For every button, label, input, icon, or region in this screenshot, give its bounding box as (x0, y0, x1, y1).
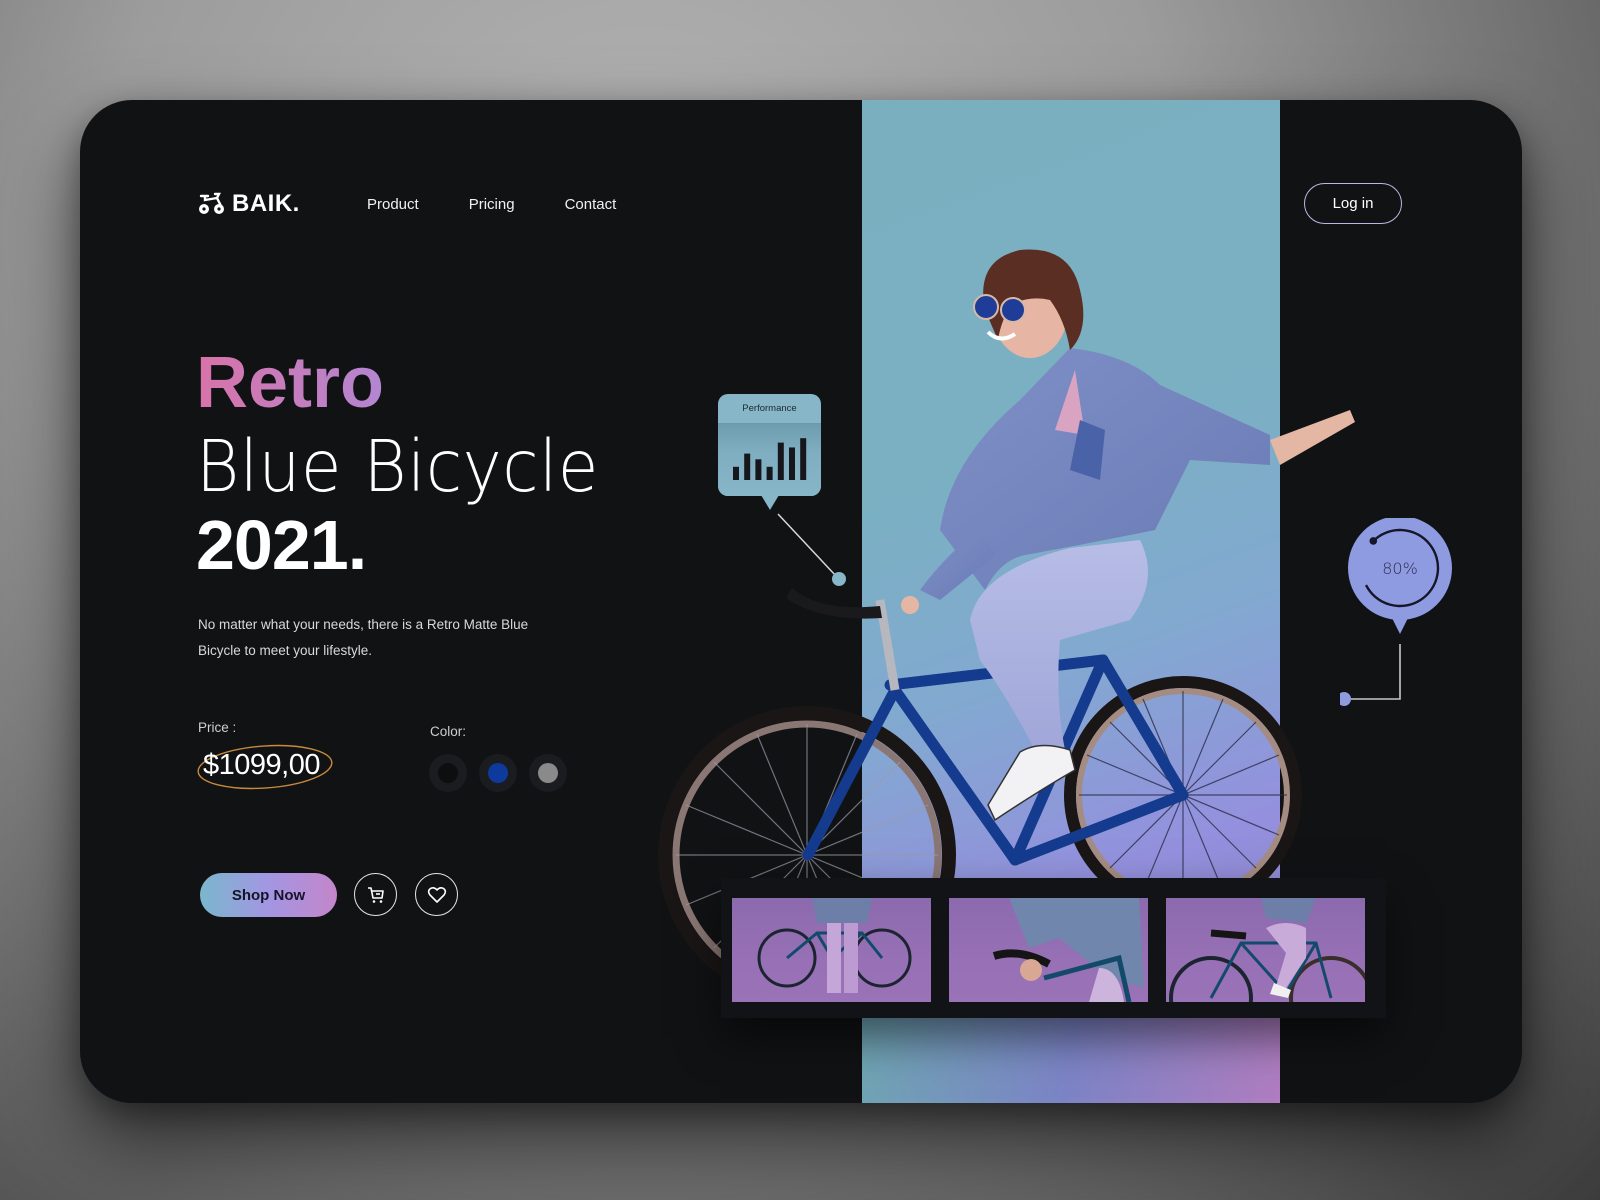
thumbnail-image-riding (1169, 898, 1365, 1002)
performance-bar (733, 466, 739, 480)
performance-connector (777, 513, 846, 586)
progress-anchor-dot (1340, 692, 1351, 706)
performance-bar (755, 459, 762, 480)
performance-bar (800, 438, 807, 480)
cart-icon (367, 886, 384, 903)
performance-bar (789, 447, 795, 480)
thumbnail-image-standing (757, 898, 912, 993)
nav-item-contact[interactable]: Contact (565, 196, 617, 213)
swatch-fill (438, 763, 458, 783)
price-label: Price : (198, 720, 237, 735)
performance-pointer (761, 495, 779, 510)
hero-title-year: 2021. (196, 506, 367, 584)
shop-now-button[interactable]: Shop Now (200, 873, 337, 917)
wishlist-button[interactable] (415, 873, 458, 916)
hero-title-product: Blue Bicycle (196, 425, 599, 508)
performance-bar (766, 466, 773, 480)
price-value: $1099,00 (203, 749, 320, 781)
add-to-cart-button[interactable] (354, 873, 397, 916)
performance-bar (777, 442, 784, 480)
heart-icon (427, 886, 446, 903)
gallery-thumbnail[interactable] (732, 898, 931, 1002)
nav-item-pricing[interactable]: Pricing (469, 196, 515, 213)
color-swatch-gray[interactable] (529, 754, 567, 792)
swatch-fill (488, 763, 508, 783)
performance-anchor-dot (832, 572, 846, 586)
gallery-strip (721, 878, 1386, 1018)
price-display: $1099,00 (196, 741, 336, 791)
performance-title: Performance (718, 394, 821, 424)
nav-item-product[interactable]: Product (367, 196, 419, 213)
progress-knob (1369, 537, 1378, 545)
color-label: Color: (430, 724, 467, 739)
brand-name: BAIK. (232, 190, 300, 217)
performance-chart (718, 424, 821, 496)
brand-logo[interactable]: BAIK. (198, 190, 300, 218)
color-swatches (429, 754, 567, 792)
thumbnail-image-handlebar (992, 898, 1144, 1002)
bike-icon (199, 192, 224, 214)
performance-bars (733, 438, 807, 480)
rider-arm (1270, 410, 1355, 465)
main-nav: Product Pricing Contact (367, 196, 616, 213)
hero-title-retro: Retro (196, 347, 629, 427)
login-button[interactable]: Log in (1304, 183, 1402, 224)
gallery-thumbnail[interactable] (949, 898, 1148, 1002)
color-swatch-blue[interactable] (479, 754, 517, 792)
performance-bar (744, 453, 751, 480)
gallery-thumbnail[interactable] (1166, 898, 1365, 1002)
landing-card: BAIK. Product Pricing Contact Log in Ret… (80, 100, 1522, 1103)
swatch-fill (538, 763, 558, 783)
performance-card: Performance (718, 394, 821, 510)
progress-label: 80% (1382, 559, 1418, 578)
progress-connector (1344, 644, 1401, 700)
color-swatch-black[interactable] (429, 754, 467, 792)
progress-bubble: 80% (1340, 518, 1452, 706)
hero-title: Retro Blue Bicycle 2021. (196, 347, 629, 580)
hero-description: No matter what your needs, there is a Re… (198, 617, 529, 658)
